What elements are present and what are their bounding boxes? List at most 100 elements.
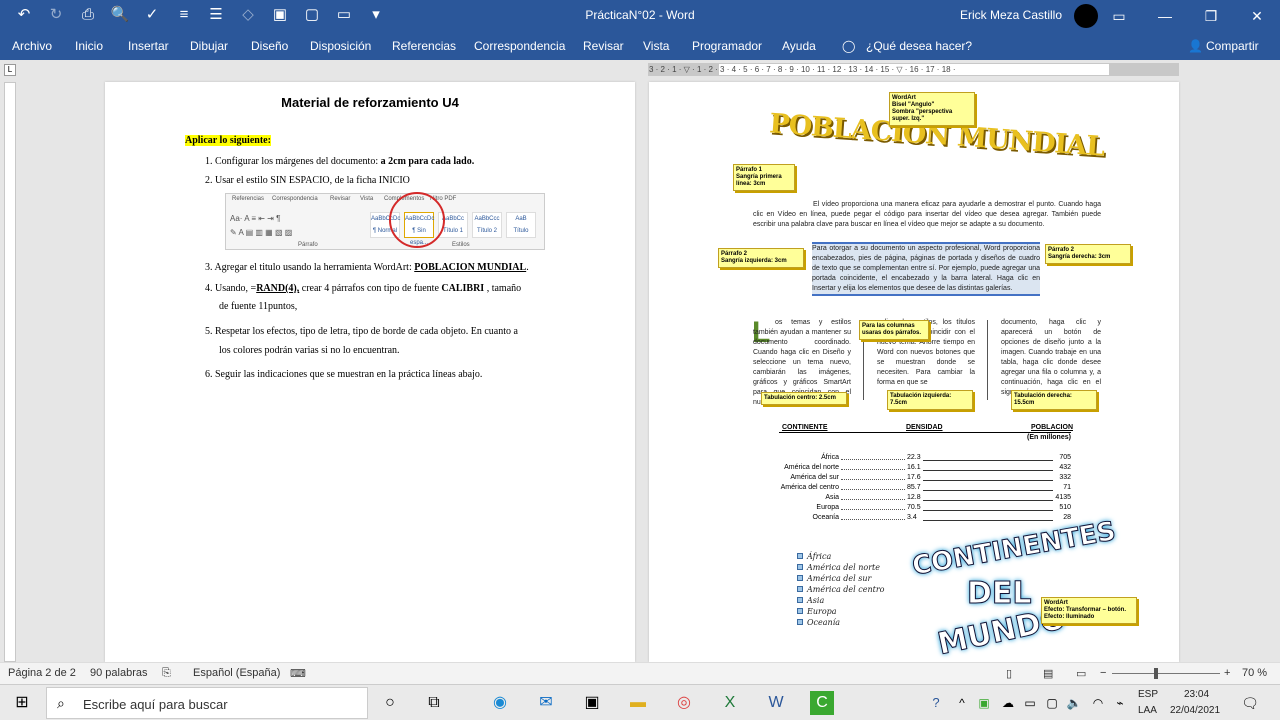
mail-icon[interactable]: ✉ xyxy=(534,691,558,715)
minimize-icon[interactable]: — xyxy=(1142,0,1188,32)
undo-icon[interactable]: ↶ xyxy=(14,5,34,25)
display-icon[interactable]: ▢ xyxy=(1040,691,1064,715)
tab-archivo[interactable]: Archivo xyxy=(12,39,52,53)
edge-icon[interactable]: ◉ xyxy=(488,691,512,715)
cortana-icon[interactable]: ○ xyxy=(378,691,402,715)
tab-disposicion[interactable]: Disposición xyxy=(310,39,371,53)
input-lang[interactable]: ESP xyxy=(1138,689,1158,700)
zoom-out-icon[interactable]: − xyxy=(1100,667,1106,679)
customize-toolbar-icon[interactable]: ▾ xyxy=(366,5,386,25)
horizontal-ruler[interactable]: 3 · 2 · 1 · ▽ · 1 · 2 · 3 · 4 · 5 · 6 · … xyxy=(648,63,1179,76)
read-mode-icon[interactable]: ▯ xyxy=(1006,667,1012,680)
red-circle-annotation xyxy=(389,192,445,248)
battery-icon[interactable]: ▭ xyxy=(1018,691,1042,715)
save-icon[interactable]: ▣ xyxy=(270,5,290,25)
user-name[interactable]: Erick Meza Castillo xyxy=(960,8,1062,22)
vertical-ruler[interactable] xyxy=(4,82,16,662)
leader-line xyxy=(923,480,1053,481)
ribbon-display-icon[interactable]: ▭ xyxy=(1096,0,1142,32)
language[interactable]: Español (España) xyxy=(193,667,280,679)
print-preview-icon[interactable]: 🔍 xyxy=(110,5,130,25)
excel-icon[interactable]: X xyxy=(718,691,742,715)
tab-selector[interactable]: L xyxy=(4,64,16,76)
task-view-icon[interactable]: ⧉ xyxy=(422,691,446,715)
avatar[interactable] xyxy=(1074,4,1098,28)
callout-wordart: WordArt Bisel "Angulo" Sombra "perspecti… xyxy=(889,92,975,126)
column-3: documento, haga clic y aparecerá un botó… xyxy=(1001,319,1101,396)
clock-date[interactable]: 22/04/2021 xyxy=(1170,705,1220,716)
tab-revisar[interactable]: Revisar xyxy=(583,39,624,53)
onedrive-icon[interactable]: ☁ xyxy=(996,691,1020,715)
status-bar: Página 2 de 2 90 palabras ⎘ Español (Esp… xyxy=(0,662,1280,684)
zoom-in-icon[interactable]: + xyxy=(1224,667,1230,679)
list-icon[interactable]: ≡ xyxy=(174,5,194,25)
file-explorer-icon[interactable]: ▬ xyxy=(626,691,650,715)
page-2[interactable]: POBLACION MUNDIAL WordArt Bisel "Angulo"… xyxy=(649,82,1179,662)
store-icon[interactable]: ▣ xyxy=(580,691,604,715)
open-folder-icon[interactable]: ▭ xyxy=(334,5,354,25)
notifications-icon[interactable]: 🗨 xyxy=(1238,691,1262,715)
word-icon[interactable]: W xyxy=(764,691,788,715)
print-layout-icon[interactable]: ▤ xyxy=(1043,667,1053,680)
clock-time[interactable]: 23:04 xyxy=(1184,689,1209,700)
network-icon[interactable]: ⌁ xyxy=(1108,691,1132,715)
table-row-density: 17.6 xyxy=(907,474,921,481)
tab-insertar[interactable]: Insertar xyxy=(128,39,169,53)
table-header-densidad: DENSIDAD xyxy=(906,424,943,431)
tab-referencias[interactable]: Referencias xyxy=(392,39,456,53)
page-1[interactable]: Material de reforzamiento U4 Aplicar lo … xyxy=(105,82,635,662)
web-layout-icon[interactable]: ▭ xyxy=(1076,667,1086,680)
bullets-icon[interactable]: ☰ xyxy=(206,5,226,25)
camtasia-icon[interactable]: C xyxy=(810,691,834,715)
leader-line xyxy=(923,490,1053,491)
wordart-circle-top[interactable]: CONTINENTES xyxy=(909,516,1118,582)
table-row-density: 16.1 xyxy=(907,464,921,471)
new-document-icon[interactable]: ▢ xyxy=(302,5,322,25)
zoom-slider-thumb[interactable] xyxy=(1154,668,1158,679)
page-count[interactable]: Página 2 de 2 xyxy=(8,667,76,679)
list-item: Asia xyxy=(797,596,824,605)
instruction-3-text: 3. Agregar el titulo usando la herramien… xyxy=(205,262,415,273)
redo-icon[interactable]: ↻ xyxy=(46,5,66,25)
wordart-circle-mid[interactable]: DEL xyxy=(967,576,1033,612)
callout-parrafo1: Párrafo 1 Sangría primera línea: 3cm xyxy=(733,164,795,191)
accessibility-icon[interactable]: ⌨ xyxy=(290,667,306,680)
table-row-density: 22.3 xyxy=(907,454,921,461)
list-item: África xyxy=(797,552,831,561)
maximize-icon[interactable]: ❐ xyxy=(1188,0,1234,32)
tab-inicio[interactable]: Inicio xyxy=(75,39,103,53)
bullet-icon xyxy=(797,564,803,570)
tab-correspondencia[interactable]: Correspondencia xyxy=(474,39,565,53)
ribbon-tab-label: Correspondencia xyxy=(272,196,318,202)
zoom-slider[interactable] xyxy=(1112,673,1220,674)
search-box[interactable]: ⌕ Escribe aquí para buscar xyxy=(46,687,368,719)
spelling-icon[interactable]: ✓ xyxy=(142,5,162,25)
input-region[interactable]: LAA xyxy=(1138,705,1157,716)
tab-dibujar[interactable]: Dibujar xyxy=(190,39,228,53)
bullet-icon xyxy=(797,608,803,614)
tab-ayuda[interactable]: Ayuda xyxy=(782,39,816,53)
instruction-4-font: CALIBRI xyxy=(441,283,485,294)
print-icon[interactable]: ⎙ xyxy=(78,5,98,25)
tab-diseno[interactable]: Diseño xyxy=(251,39,288,53)
chrome-icon[interactable]: ◎ xyxy=(672,691,696,715)
person-icon: 👤 xyxy=(1188,39,1203,53)
zoom-level[interactable]: 70 % xyxy=(1242,667,1267,679)
windows-start-icon[interactable]: ⊞ xyxy=(10,691,34,715)
share-button[interactable]: Compartir xyxy=(1206,39,1259,53)
paragraph-1: El vídeo proporciona una manera eficaz p… xyxy=(753,201,1101,228)
draw-icon[interactable]: ◇ xyxy=(238,5,258,25)
chevron-up-icon[interactable]: ^ xyxy=(950,691,974,715)
tell-me-search[interactable]: ¿Qué desea hacer? xyxy=(866,39,972,53)
help-icon[interactable]: ? xyxy=(924,691,948,715)
callout-wordart-2: WordArt Efecto: Transformar – botón. Efe… xyxy=(1041,597,1137,624)
volume-icon[interactable]: 🔈 xyxy=(1062,691,1086,715)
close-icon[interactable]: ✕ xyxy=(1234,0,1280,32)
wifi-icon[interactable]: ◠ xyxy=(1086,691,1110,715)
tab-vista[interactable]: Vista xyxy=(643,39,669,53)
tab-programador[interactable]: Programador xyxy=(692,39,762,53)
proofing-icon[interactable]: ⎘ xyxy=(162,667,171,680)
table-row-continent: América del norte xyxy=(784,464,839,471)
word-count[interactable]: 90 palabras xyxy=(90,667,148,679)
camtasia-tray-icon[interactable]: ▣ xyxy=(972,691,996,715)
